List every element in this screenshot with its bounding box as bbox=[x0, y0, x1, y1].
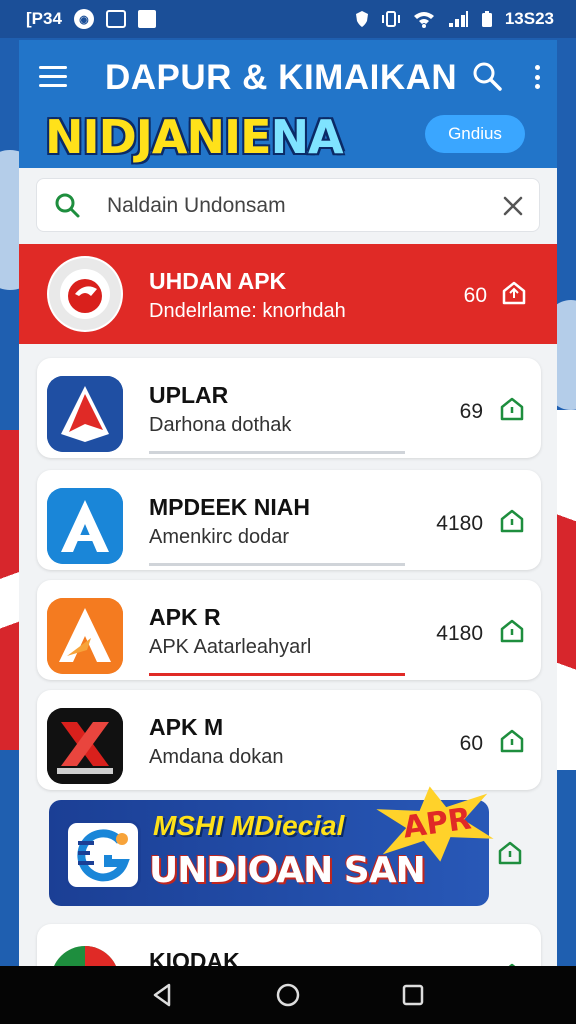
app-subtitle: Dndelrlame: knorhdah bbox=[149, 300, 346, 322]
list-item-featured[interactable]: UHDAN APK Dndelrlame: knorhdah 60 bbox=[19, 244, 557, 344]
banner-title: NIDJANIENA bbox=[45, 110, 344, 164]
app-subtitle: Darhona dothak bbox=[149, 414, 292, 436]
install-icon[interactable] bbox=[499, 396, 525, 422]
circle-logo-icon bbox=[47, 256, 123, 332]
navigation-bar bbox=[0, 966, 576, 1024]
status-time: 13S23 bbox=[504, 9, 554, 28]
app-subtitle: APK Aatarleahyarl bbox=[149, 636, 312, 658]
list-item[interactable]: MPDEEK NIAH Amenkirc dodar 4180 bbox=[37, 470, 541, 570]
banner-title-accent: NA bbox=[270, 110, 344, 164]
red-arrow-logo-icon bbox=[47, 376, 123, 452]
header-badge[interactable]: Gndius bbox=[425, 115, 525, 153]
black-x-logo-icon bbox=[47, 708, 123, 784]
menu-icon-line bbox=[39, 84, 67, 87]
vibrate-icon bbox=[381, 11, 400, 27]
app-name: KIODAK bbox=[149, 948, 240, 966]
search-icon[interactable] bbox=[471, 60, 503, 92]
app-window: DAPUR & KIMAIKAN NIDJANIENA Gndius Nalda… bbox=[19, 40, 557, 966]
app-name: UHDAN APK bbox=[149, 268, 287, 294]
list-item[interactable]: APK M Amdana dokan 60 bbox=[37, 690, 541, 790]
progress-bar bbox=[149, 451, 405, 454]
app-count: 60 bbox=[463, 284, 487, 307]
orange-a-logo-icon bbox=[47, 598, 123, 674]
app-count: 69 bbox=[459, 400, 483, 423]
recents-icon[interactable] bbox=[399, 981, 427, 1009]
progress-fill bbox=[149, 673, 405, 676]
close-icon[interactable] bbox=[499, 192, 527, 220]
menu-icon-line bbox=[39, 66, 67, 69]
gallery-icon bbox=[105, 10, 126, 28]
shield-icon bbox=[355, 11, 368, 27]
status-right: 13S23 bbox=[355, 9, 554, 29]
notification-icon: ◉ bbox=[73, 9, 94, 29]
install-icon[interactable] bbox=[501, 280, 527, 306]
blue-a-logo-icon bbox=[47, 488, 123, 564]
progress-bar bbox=[149, 673, 405, 676]
progress-bar bbox=[149, 563, 405, 566]
app-name: APK M bbox=[149, 714, 224, 740]
install-icon[interactable] bbox=[499, 508, 525, 534]
install-icon[interactable] bbox=[497, 840, 523, 866]
app-title: DAPUR & KIMAIKAN bbox=[105, 58, 458, 97]
wifi-icon bbox=[413, 12, 434, 28]
back-icon[interactable] bbox=[149, 981, 177, 1009]
install-icon[interactable] bbox=[499, 618, 525, 644]
search-input[interactable] bbox=[107, 188, 487, 224]
search-icon bbox=[55, 193, 80, 218]
promo-logo-icon bbox=[65, 820, 141, 890]
search-bar[interactable] bbox=[36, 178, 540, 232]
app-subtitle: Amenkirc dodar bbox=[149, 526, 290, 548]
status-left: [P34 ◉ bbox=[26, 9, 156, 29]
app-subtitle: Amdana dokan bbox=[149, 746, 284, 768]
more-options-button[interactable] bbox=[527, 62, 547, 92]
app-count: 4180 bbox=[436, 512, 483, 535]
menu-button[interactable] bbox=[39, 66, 67, 88]
battery-icon bbox=[481, 11, 492, 27]
status-left-text: [P34 bbox=[26, 9, 62, 28]
app-count: 60 bbox=[459, 732, 483, 755]
app-header: DAPUR & KIMAIKAN NIDJANIENA Gndius bbox=[19, 40, 557, 168]
home-icon[interactable] bbox=[274, 981, 302, 1009]
status-bar: [P34 ◉ 13S23 bbox=[0, 0, 576, 38]
list-item[interactable]: KIODAK bbox=[37, 924, 541, 966]
menu-icon-line bbox=[39, 75, 67, 78]
banner-title-main: NIDJANIE bbox=[45, 110, 272, 164]
promo-line2: UNDIOAN SAN bbox=[149, 850, 426, 891]
promo-line1: MSHI MDiecial bbox=[153, 810, 345, 841]
signal-icon bbox=[448, 11, 468, 27]
dot-icon bbox=[534, 65, 540, 70]
list-item[interactable]: APK R APK Aatarleahyarl 4180 bbox=[37, 580, 541, 680]
app-name: MPDEEK NIAH bbox=[149, 494, 311, 520]
search-section bbox=[19, 168, 557, 242]
chrome-like-logo-icon bbox=[47, 942, 123, 966]
dot-icon bbox=[534, 84, 540, 89]
app-notification-icon bbox=[137, 10, 156, 28]
app-count: 4180 bbox=[436, 622, 483, 645]
dot-icon bbox=[534, 74, 540, 80]
install-icon[interactable] bbox=[499, 728, 525, 754]
list-item[interactable]: UPLAR Darhona dothak 69 bbox=[37, 358, 541, 458]
app-name: UPLAR bbox=[149, 382, 229, 408]
app-name: APK R bbox=[149, 604, 221, 630]
